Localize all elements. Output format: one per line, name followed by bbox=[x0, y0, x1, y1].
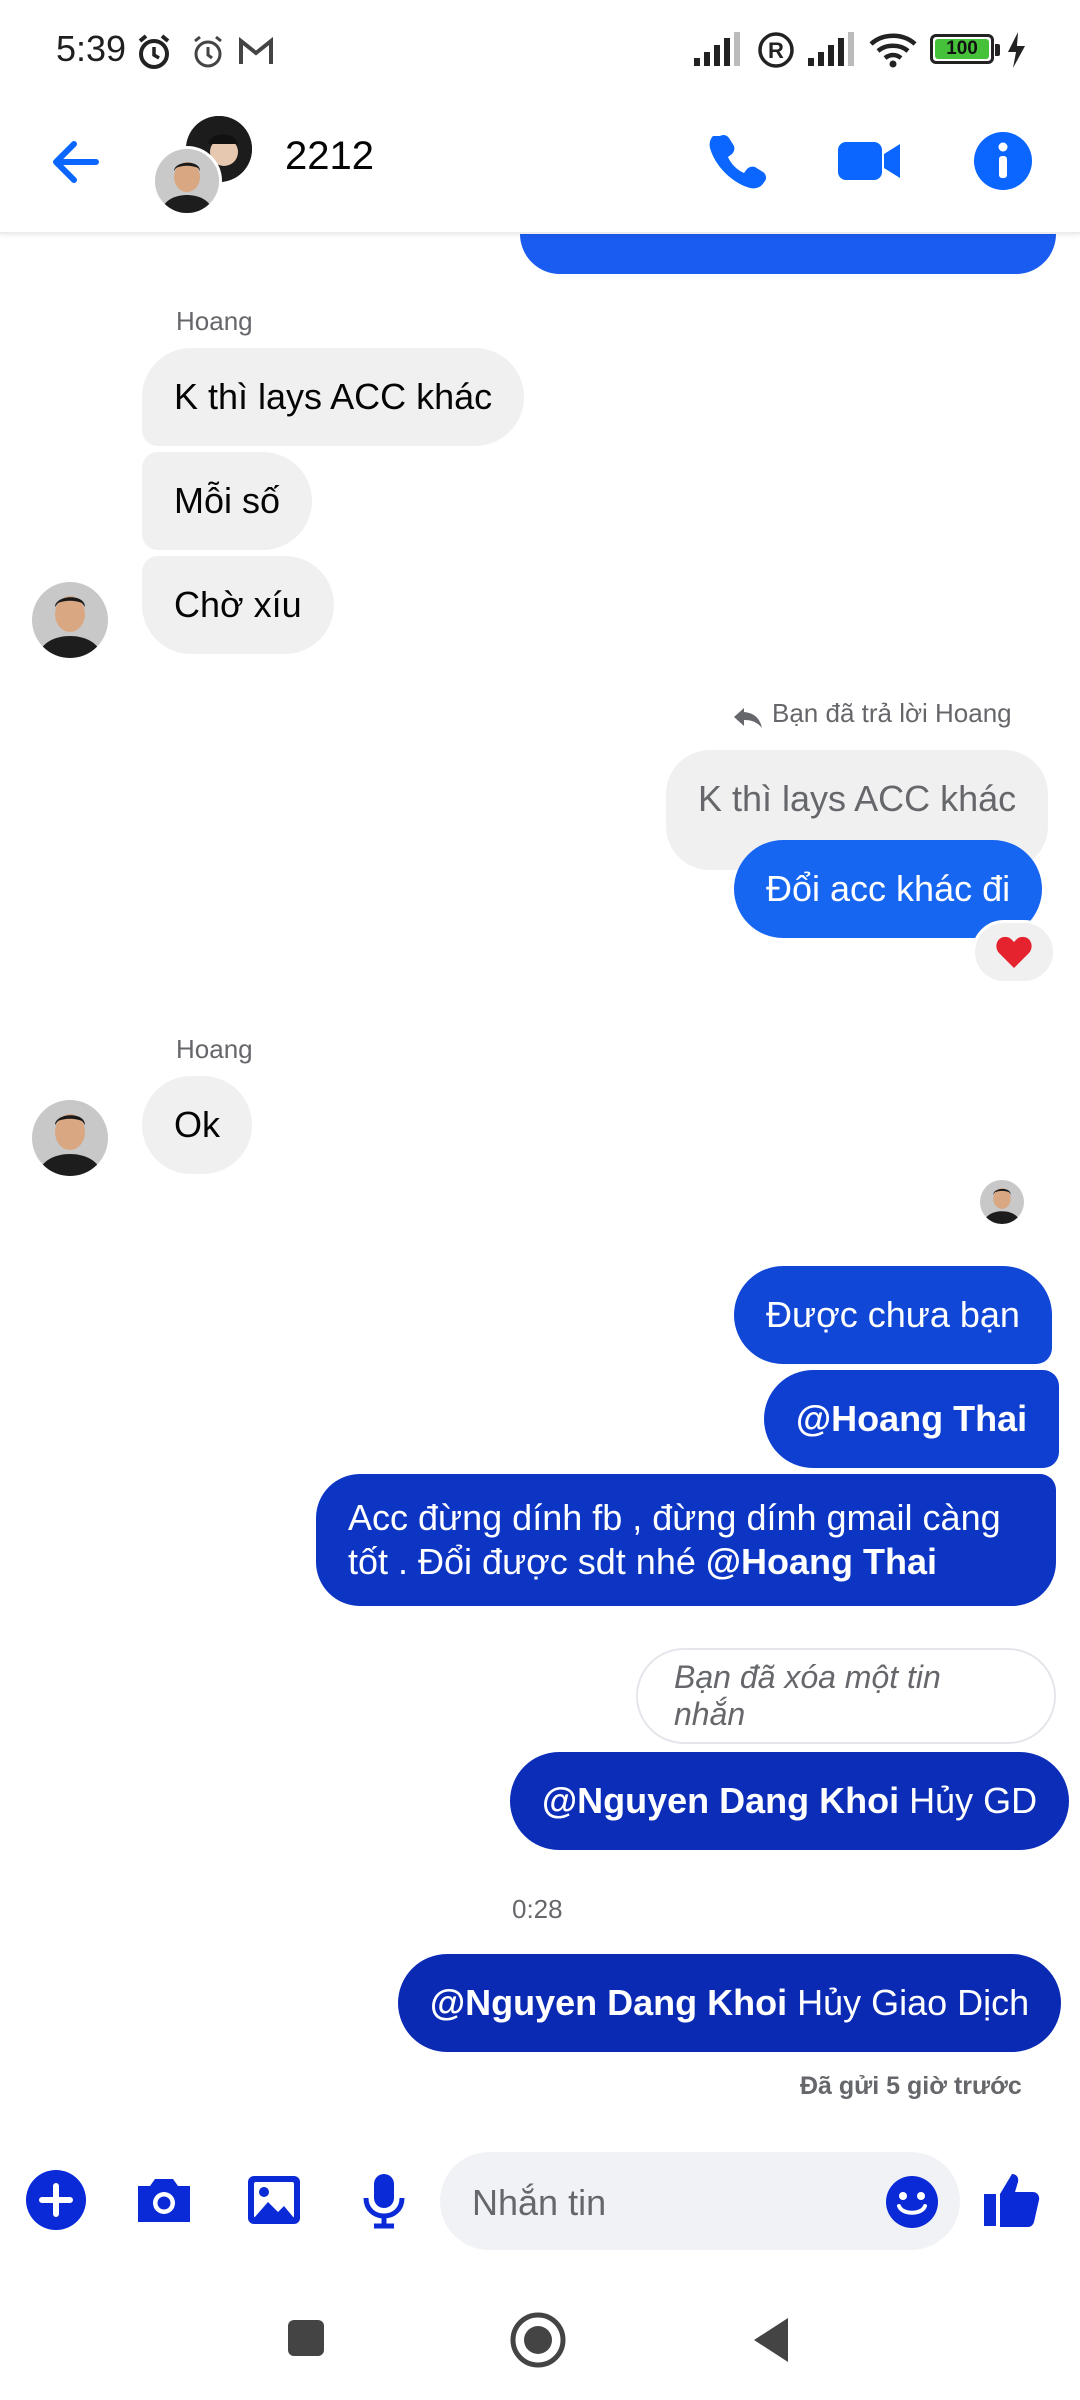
reply-note: Bạn đã trả lời Hoang bbox=[772, 698, 1012, 728]
sent-status: Đã gửi 5 giờ trước bbox=[800, 2072, 1022, 2100]
alarm-outline-icon bbox=[194, 35, 222, 68]
avatar-member-1 bbox=[152, 146, 222, 216]
signal-icon bbox=[694, 32, 740, 66]
phone-icon[interactable] bbox=[702, 126, 772, 196]
message-text: Mỗi số bbox=[174, 480, 281, 521]
message-list[interactable]: Hoang K thì lays ACC khác Mỗi số Chờ xíu… bbox=[0, 234, 1080, 2114]
sender-name: Hoang bbox=[176, 306, 253, 336]
back-nav-icon[interactable] bbox=[748, 2314, 796, 2366]
conversation-title[interactable]: 2212 bbox=[285, 134, 374, 179]
home-icon[interactable] bbox=[508, 2310, 568, 2370]
seen-avatar bbox=[980, 1180, 1024, 1224]
message-text: Hủy Giao Dịch bbox=[787, 1982, 1030, 2023]
video-call-icon[interactable] bbox=[834, 126, 904, 196]
timestamp: 0:28 bbox=[512, 1894, 563, 1924]
mention[interactable]: @Hoang Thai bbox=[706, 1541, 937, 1582]
plus-icon[interactable] bbox=[20, 2164, 92, 2236]
message-bubble-in[interactable]: Mỗi số bbox=[142, 452, 313, 550]
signal-2-icon bbox=[808, 32, 854, 66]
reaction-badge[interactable] bbox=[972, 920, 1056, 984]
mention[interactable]: @Nguyen Dang Khoi bbox=[542, 1780, 899, 1822]
message-text: Được chưa bạn bbox=[766, 1294, 1020, 1335]
composer: Nhắn tin bbox=[0, 2140, 1080, 2260]
heart-icon bbox=[996, 936, 1032, 968]
sender-name: Hoang bbox=[176, 1034, 253, 1064]
message-text: Đổi acc khác đi bbox=[766, 868, 1011, 909]
message-text: Chờ xíu bbox=[174, 584, 302, 625]
avatar[interactable] bbox=[32, 582, 108, 658]
emoji-icon[interactable] bbox=[884, 2174, 940, 2230]
quoted-text: K thì lays ACC khác bbox=[698, 778, 1017, 819]
battery-icon: 100 bbox=[930, 34, 1000, 64]
deleted-text: Bạn đã xóa một tin nhắn bbox=[674, 1659, 941, 1732]
message-bubble-out[interactable]: @Nguyen Dang Khoi Hủy GD bbox=[510, 1752, 1070, 1850]
message-bubble-in[interactable]: K thì lays ACC khác bbox=[142, 348, 525, 446]
wifi-icon bbox=[869, 33, 917, 68]
message-bubble-in[interactable]: Ok bbox=[142, 1076, 253, 1174]
status-time: 5:39 bbox=[56, 28, 127, 69]
chat-header: 2212 bbox=[0, 96, 1080, 234]
message-bubble-out[interactable]: Được chưa bạn bbox=[734, 1266, 1052, 1364]
battery-level: 100 bbox=[946, 38, 978, 59]
svg-text:R: R bbox=[768, 38, 784, 63]
avatar[interactable] bbox=[32, 1100, 108, 1176]
camera-icon[interactable] bbox=[128, 2164, 200, 2236]
thumbs-up-icon[interactable] bbox=[976, 2164, 1048, 2236]
mention[interactable]: @Hoang Thai bbox=[796, 1398, 1027, 1440]
reply-icon bbox=[734, 708, 762, 728]
roaming-icon: R bbox=[758, 32, 794, 68]
group-avatar[interactable] bbox=[150, 106, 260, 216]
status-bar: 5:39 R 100 bbox=[0, 0, 1080, 96]
alarm-icon bbox=[138, 34, 170, 69]
message-text: Hủy GD bbox=[899, 1780, 1038, 1821]
message-bubble-out[interactable]: @Nguyen Dang Khoi Hủy Giao Dịch bbox=[398, 1954, 1062, 2052]
deleted-message: Bạn đã xóa một tin nhắn bbox=[636, 1648, 1056, 1744]
message-bubble-out[interactable]: Acc đừng dính fb , đừng dính gmail càng … bbox=[316, 1474, 1056, 1606]
info-icon[interactable] bbox=[968, 126, 1038, 196]
message-text: K thì lays ACC khác bbox=[174, 376, 493, 417]
gmail-icon bbox=[239, 36, 273, 64]
gallery-icon[interactable] bbox=[238, 2164, 310, 2236]
message-input-placeholder: Nhắn tin bbox=[472, 2182, 607, 2223]
message-text-line: tốt . Đổi được sdt nhé bbox=[348, 1541, 706, 1582]
message-bubble-out[interactable]: @Hoang Thai bbox=[764, 1370, 1060, 1468]
mention[interactable]: @Nguyen Dang Khoi bbox=[430, 1982, 787, 2024]
message-bubble-out-cutoff[interactable] bbox=[520, 234, 1056, 274]
system-navigation-bar bbox=[0, 2280, 1080, 2400]
message-text: Ok bbox=[174, 1104, 221, 1145]
back-arrow-icon[interactable] bbox=[44, 130, 108, 194]
message-text-line: Acc đừng dính fb , đừng dính gmail càng bbox=[348, 1497, 1001, 1538]
message-input[interactable]: Nhắn tin bbox=[440, 2152, 960, 2250]
recent-apps-icon[interactable] bbox=[284, 2316, 328, 2360]
charging-icon bbox=[1008, 32, 1025, 68]
microphone-icon[interactable] bbox=[348, 2164, 420, 2236]
message-bubble-in[interactable]: Chờ xíu bbox=[142, 556, 334, 654]
